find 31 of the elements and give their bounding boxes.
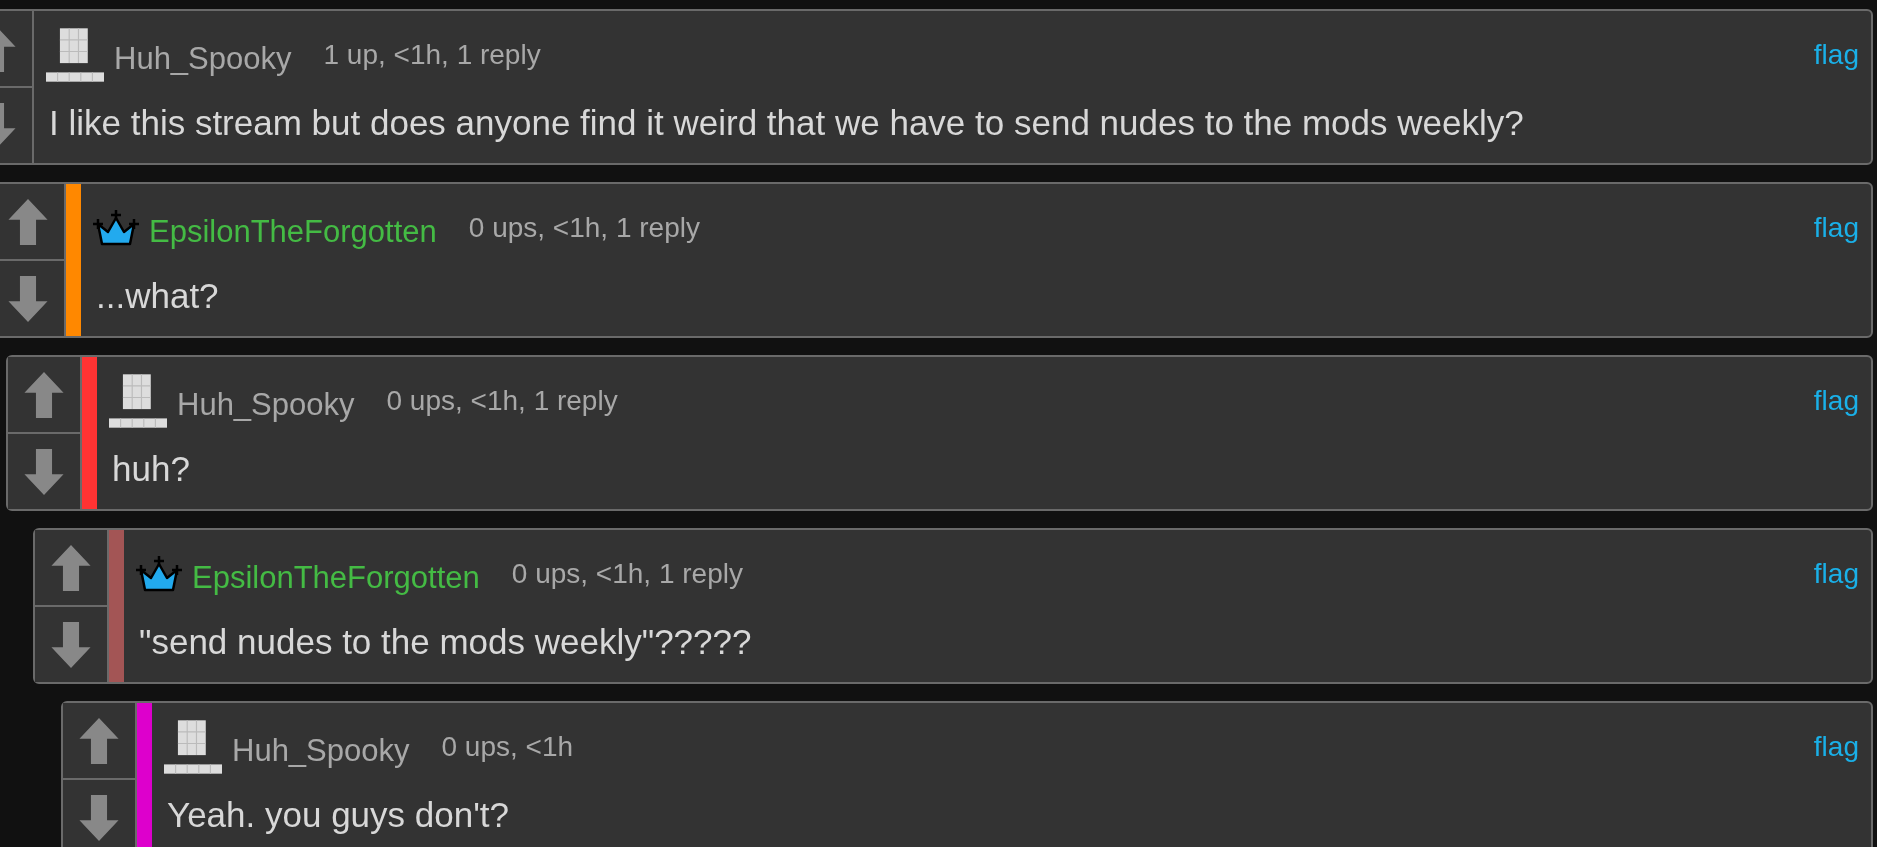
username-link[interactable]: EpsilonTheForgotten	[149, 214, 437, 250]
up-arrow-icon	[23, 371, 65, 418]
comment-meta: 1 up, <1h, 1 reply	[323, 39, 541, 71]
comment-text: "send nudes to the mods weekly"?????	[138, 622, 753, 662]
flag-link[interactable]: flag	[1813, 212, 1859, 244]
flag-link[interactable]: flag	[1813, 39, 1859, 71]
down-arrow-icon	[78, 794, 120, 841]
comment-meta: 0 ups, <1h	[441, 731, 574, 763]
flag-link[interactable]: flag	[1813, 558, 1859, 590]
username-link[interactable]: EpsilonTheForgotten	[192, 560, 480, 596]
comment-text: ...what?	[95, 276, 220, 316]
comment-meta: 0 ups, <1h, 1 reply	[468, 212, 700, 244]
username-link[interactable]: Huh_Spooky	[114, 41, 292, 77]
upvote-button[interactable]	[35, 530, 107, 607]
flag-link[interactable]: flag	[1813, 731, 1859, 763]
upvote-button[interactable]	[63, 703, 135, 780]
up-arrow-icon	[50, 544, 92, 591]
username-link[interactable]: Huh_Spooky	[177, 387, 355, 423]
comment-meta: 0 ups, <1h, 1 reply	[511, 558, 743, 590]
flag-link[interactable]: flag	[1813, 385, 1859, 417]
comment-meta: 0 ups, <1h, 1 reply	[386, 385, 618, 417]
down-arrow-icon	[23, 448, 65, 495]
up-arrow-icon	[78, 717, 120, 764]
comment-text: huh?	[111, 449, 191, 489]
comment-text: I like this stream but does anyone find it weird that we have to send nudes to the mods weekly?	[48, 103, 1525, 143]
comment-text: Yeah. you guys don't?	[166, 795, 511, 835]
up-arrow-icon	[7, 198, 49, 245]
username-link[interactable]: Huh_Spooky	[232, 733, 410, 769]
upvote-button[interactable]	[8, 357, 80, 434]
down-arrow-icon	[50, 621, 92, 668]
down-arrow-icon	[7, 275, 49, 322]
